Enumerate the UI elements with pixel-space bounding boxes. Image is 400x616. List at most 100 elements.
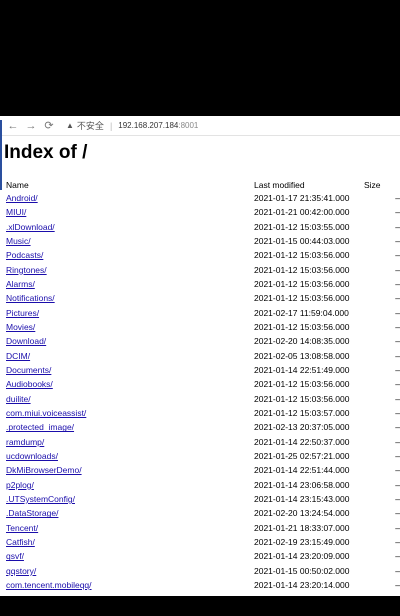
- file-link[interactable]: Movies/: [6, 322, 35, 332]
- last-modified: 2021-01-12 15:03:55.000: [254, 221, 350, 232]
- security-indicator[interactable]: ▲ 不安全: [66, 119, 104, 132]
- divider: |: [109, 120, 113, 131]
- file-link[interactable]: MIUI/: [6, 207, 26, 217]
- file-size: –: [395, 565, 400, 576]
- file-name: duilite/: [6, 392, 254, 406]
- file-size: –: [395, 379, 400, 390]
- table-row: com.miui.voiceassist/2021-01-12 15:03:57…: [6, 406, 400, 420]
- file-link[interactable]: com.miui.voiceassist/: [6, 408, 86, 418]
- file-name: Music/: [6, 234, 254, 248]
- table-row: MIUI/2021-01-21 00:42:00.000 –: [6, 205, 400, 219]
- file-size: –: [395, 193, 400, 204]
- file-name: .DataStorage/: [6, 506, 254, 520]
- table-row: .protected_image/2021-02-13 20:37:05.000…: [6, 420, 400, 434]
- file-link[interactable]: .protected_image/: [6, 422, 74, 432]
- file-link[interactable]: DCIM/: [6, 351, 30, 361]
- table-row: p2plog/2021-01-14 23:06:58.000 –: [6, 478, 400, 492]
- file-name: Movies/: [6, 320, 254, 334]
- last-modified: 2021-01-14 23:20:14.000: [254, 580, 350, 591]
- file-name: Pictures/: [6, 306, 254, 320]
- file-size: –: [395, 365, 400, 376]
- file-size: –: [395, 537, 400, 548]
- file-link[interactable]: p2plog/: [6, 480, 34, 490]
- table-row: Pictures/2021-02-17 11:59:04.000 –: [6, 306, 400, 320]
- last-modified: 2021-01-12 15:03:56.000: [254, 293, 350, 304]
- file-name: DCIM/: [6, 349, 254, 363]
- table-row: Music/2021-01-15 00:44:03.000 –: [6, 234, 400, 248]
- file-link[interactable]: ucdownloads/: [6, 451, 58, 461]
- header-last-modified[interactable]: Last modified: [254, 178, 364, 191]
- file-size: –: [395, 264, 400, 275]
- file-name: ramdump/: [6, 435, 254, 449]
- file-name: qsvf/: [6, 549, 254, 563]
- header-size[interactable]: Size: [364, 178, 400, 191]
- file-size: –: [395, 479, 400, 490]
- table-row: ucdownloads/2021-01-25 02:57:21.000 –: [6, 449, 400, 463]
- last-modified: 2021-01-12 15:03:56.000: [254, 379, 350, 390]
- last-modified: 2021-01-15 00:50:02.000: [254, 565, 350, 576]
- file-link[interactable]: .UTSystemConfig/: [6, 494, 75, 504]
- file-link[interactable]: Download/: [6, 336, 46, 346]
- file-name: com.tencent.mobileqq/: [6, 578, 254, 592]
- file-name: .UTSystemConfig/: [6, 492, 254, 506]
- file-link[interactable]: Documents/: [6, 365, 51, 375]
- security-label: 不安全: [76, 121, 104, 131]
- table-row: qsvf/2021-01-14 23:20:09.000 –: [6, 549, 400, 563]
- file-name: Audiobooks/: [6, 377, 254, 391]
- file-link[interactable]: Audiobooks/: [6, 379, 53, 389]
- file-size: –: [395, 494, 400, 505]
- table-row: Download/2021-02-20 14:08:35.000 –: [6, 334, 400, 348]
- last-modified: 2021-02-20 13:24:54.000: [254, 508, 350, 519]
- file-link[interactable]: Music/: [6, 236, 31, 246]
- file-size: –: [395, 250, 400, 261]
- file-size: –: [395, 551, 400, 562]
- file-name: Alarms/: [6, 277, 254, 291]
- reload-icon[interactable]: ⟳: [42, 119, 56, 133]
- back-icon[interactable]: ←: [6, 119, 20, 133]
- table-row: .UTSystemConfig/2021-01-14 23:15:43.000 –: [6, 492, 400, 506]
- file-link[interactable]: Podcasts/: [6, 250, 43, 260]
- table-row: ramdump/2021-01-14 22:50:37.000 –: [6, 435, 400, 449]
- file-link[interactable]: ramdump/: [6, 437, 44, 447]
- table-row: Notifications/2021-01-12 15:03:56.000 –: [6, 291, 400, 305]
- file-link[interactable]: Catfish/: [6, 537, 35, 547]
- last-modified: 2021-02-19 23:15:49.000: [254, 537, 350, 548]
- last-modified: 2021-02-13 20:37:05.000: [254, 422, 350, 433]
- file-name: p2plog/: [6, 478, 254, 492]
- file-link[interactable]: qqstory/: [6, 566, 36, 576]
- file-link[interactable]: .DataStorage/: [6, 508, 58, 518]
- file-link[interactable]: Ringtones/: [6, 265, 47, 275]
- file-name: Download/: [6, 334, 254, 348]
- file-name: DkMiBrowserDemo/: [6, 463, 254, 477]
- table-header-row: Name Last modified Size: [6, 178, 400, 191]
- file-link[interactable]: DkMiBrowserDemo/: [6, 465, 82, 475]
- scroll-marker: [0, 120, 2, 190]
- last-modified: 2021-01-12 15:03:56.000: [254, 393, 350, 404]
- table-row: Alarms/2021-01-12 15:03:56.000 –: [6, 277, 400, 291]
- file-link[interactable]: Alarms/: [6, 279, 35, 289]
- forward-icon[interactable]: →: [24, 119, 38, 133]
- file-link[interactable]: .xlDownload/: [6, 222, 55, 232]
- file-size: –: [395, 293, 400, 304]
- last-modified: 2021-02-17 11:59:04.000: [254, 307, 349, 318]
- file-link[interactable]: com.tencent.mobileqq/: [6, 580, 92, 590]
- last-modified: 2021-01-12 15:03:56.000: [254, 264, 350, 275]
- header-name[interactable]: Name: [6, 178, 254, 191]
- address-bar[interactable]: 192.168.207.184:8001: [118, 121, 198, 130]
- file-size: –: [395, 221, 400, 232]
- url-port: :8001: [178, 121, 199, 130]
- file-size: –: [395, 307, 400, 318]
- last-modified: 2021-01-17 21:35:41.000: [254, 193, 350, 204]
- file-link[interactable]: duilite/: [6, 394, 31, 404]
- last-modified: 2021-01-12 15:03:56.000: [254, 250, 350, 261]
- file-link[interactable]: Notifications/: [6, 293, 55, 303]
- file-link[interactable]: Pictures/: [6, 308, 39, 318]
- last-modified: 2021-01-21 18:33:07.000: [254, 522, 350, 533]
- file-link[interactable]: qsvf/: [6, 551, 24, 561]
- file-size: –: [395, 350, 400, 361]
- file-size: –: [395, 580, 400, 591]
- last-modified: 2021-01-21 00:42:00.000: [254, 207, 350, 218]
- file-name: .protected_image/: [6, 420, 254, 434]
- file-link[interactable]: Tencent/: [6, 523, 38, 533]
- file-link[interactable]: Android/: [6, 193, 38, 203]
